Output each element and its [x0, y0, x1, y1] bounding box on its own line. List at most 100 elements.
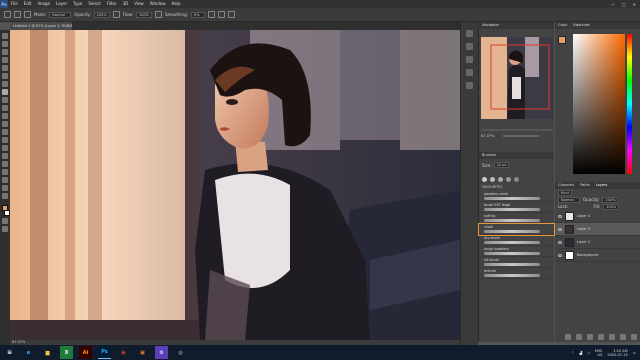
zoom-tool-icon[interactable] [2, 185, 8, 191]
recent-brush-4-icon[interactable] [506, 176, 511, 182]
layer-opacity-field[interactable]: 100% [602, 196, 619, 203]
color-picker-field[interactable] [573, 34, 625, 174]
lasso-tool-icon[interactable] [2, 49, 8, 55]
new-layer-icon[interactable] [620, 334, 626, 340]
flow-field[interactable]: 100% [135, 11, 152, 18]
dodge-tool-icon[interactable] [2, 137, 8, 143]
layer-row[interactable]: Layer 4 [555, 210, 640, 223]
brush-tool-icon[interactable] [14, 11, 21, 18]
notifications-icon[interactable]: ▭ [633, 351, 636, 355]
menu-image[interactable]: Image [34, 0, 53, 8]
layer-filter-kind[interactable]: Kind [558, 189, 572, 196]
menu-layer[interactable]: Layer [53, 0, 70, 8]
pressure-size-icon[interactable] [217, 11, 225, 18]
airbrush-icon[interactable] [155, 11, 162, 18]
trash-icon[interactable] [631, 334, 637, 340]
visibility-eye-icon[interactable] [558, 227, 562, 231]
brush-item[interactable]: ink brush [479, 257, 554, 268]
link-layers-icon[interactable] [565, 334, 571, 340]
paths-tab[interactable]: Paths [580, 182, 590, 189]
channels-tab[interactable]: Channels [558, 182, 574, 189]
blur-tool-icon[interactable] [2, 129, 8, 135]
paragraph-icon[interactable] [466, 82, 473, 89]
smoothing-field[interactable]: 0% [190, 11, 205, 18]
move-tool-icon[interactable] [2, 33, 8, 39]
illustrator-icon[interactable]: Ai [79, 346, 92, 359]
foreground-color-chip[interactable] [558, 36, 566, 44]
eyedropper-tool-icon[interactable] [2, 73, 8, 79]
symmetry-icon[interactable] [227, 11, 235, 18]
layer-style-icon[interactable] [576, 334, 582, 340]
navigator-tab[interactable]: Navigator [479, 22, 554, 29]
start-button[interactable]: ⊞ [3, 346, 16, 359]
adjustments-icon[interactable] [466, 56, 473, 63]
excel-icon[interactable]: X [60, 346, 73, 359]
layer-row[interactable]: Background [555, 249, 640, 262]
network-icon[interactable]: ▟ [579, 351, 582, 355]
crop-tool-icon[interactable] [2, 65, 8, 71]
orange-app-icon[interactable]: ▣ [136, 346, 149, 359]
menu-window[interactable]: Window [147, 0, 169, 8]
history-brush-tool-icon[interactable] [2, 105, 8, 111]
home-icon[interactable] [4, 11, 11, 18]
eraser-tool-icon[interactable] [2, 113, 8, 119]
adjustment-layer-icon[interactable] [598, 334, 604, 340]
shape-tool-icon[interactable] [2, 169, 8, 175]
quick-select-tool-icon[interactable] [2, 57, 8, 63]
navigator-zoom-slider[interactable] [503, 135, 539, 137]
brush-item-selected[interactable]: chalk [478, 223, 555, 236]
brushes-tab[interactable]: Brushes [479, 152, 554, 159]
recent-brush-5-icon[interactable] [514, 176, 519, 182]
more-tools-icon[interactable] [2, 193, 8, 199]
gradient-tool-icon[interactable] [2, 121, 8, 127]
document-tab[interactable]: Untitled-1 @ 67% (Layer 3, RGB/8) [10, 22, 72, 30]
settings-icon[interactable]: ⚙ [155, 346, 168, 359]
brush-item[interactable]: soft tip [479, 213, 554, 224]
layer-row[interactable]: Layer 2 [555, 236, 640, 249]
volume-icon[interactable]: ◁ [587, 351, 590, 355]
layers-tab[interactable]: Layers [596, 182, 608, 189]
smoothing-settings-icon[interactable] [207, 11, 215, 18]
visibility-eye-icon[interactable] [558, 214, 562, 218]
photoshop-icon[interactable]: Ps [98, 346, 111, 359]
tray-chevron-icon[interactable]: ^ [571, 351, 574, 355]
brush-item[interactable]: brush EXT large [479, 202, 554, 213]
brush-item[interactable]: powdery small [479, 191, 554, 202]
hue-slider[interactable] [627, 34, 632, 174]
hand-tool-icon[interactable] [2, 177, 8, 183]
color-tab[interactable]: Color [558, 22, 567, 29]
recent-brush-1-icon[interactable] [482, 176, 487, 182]
visibility-eye-icon[interactable] [558, 240, 562, 244]
swatches-tab[interactable]: Swatches [573, 22, 590, 29]
stamp-tool-icon[interactable] [2, 97, 8, 103]
brush-size-field[interactable]: 25 px [493, 162, 510, 169]
recent-brush-2-icon[interactable] [490, 176, 495, 182]
new-group-icon[interactable] [609, 334, 615, 340]
menu-help[interactable]: Help [168, 0, 183, 8]
menu-edit[interactable]: Edit [21, 0, 35, 8]
add-mask-icon[interactable] [587, 334, 593, 340]
brush-item[interactable]: rough powdery [479, 246, 554, 257]
pressure-opacity-icon[interactable] [112, 11, 120, 18]
obs-icon[interactable]: ◎ [174, 346, 187, 359]
brush-item[interactable]: dry brush [479, 235, 554, 246]
menu-select[interactable]: Select [85, 0, 103, 8]
pen-tool-icon[interactable] [2, 145, 8, 151]
type-tool-icon[interactable] [2, 153, 8, 159]
recent-brush-3-icon[interactable] [498, 176, 503, 182]
quick-mask-icon[interactable] [2, 218, 8, 224]
visibility-eye-icon[interactable] [558, 253, 562, 257]
mode-select[interactable]: Normal [49, 11, 72, 18]
screen-mode-icon[interactable] [2, 226, 8, 232]
maximize-button[interactable]: □ [622, 2, 626, 7]
history-icon[interactable] [466, 30, 473, 37]
file-explorer-icon[interactable]: ▆ [41, 346, 54, 359]
properties-icon[interactable] [466, 43, 473, 50]
menu-filter[interactable]: Filter [104, 0, 120, 8]
menu-view[interactable]: View [131, 0, 147, 8]
brush-tool-icon[interactable] [2, 89, 8, 95]
path-select-tool-icon[interactable] [2, 161, 8, 167]
chrome-icon[interactable]: ◉ [117, 346, 130, 359]
minimize-button[interactable]: — [611, 2, 615, 7]
layer-row-selected[interactable]: Layer 3 [555, 223, 640, 236]
